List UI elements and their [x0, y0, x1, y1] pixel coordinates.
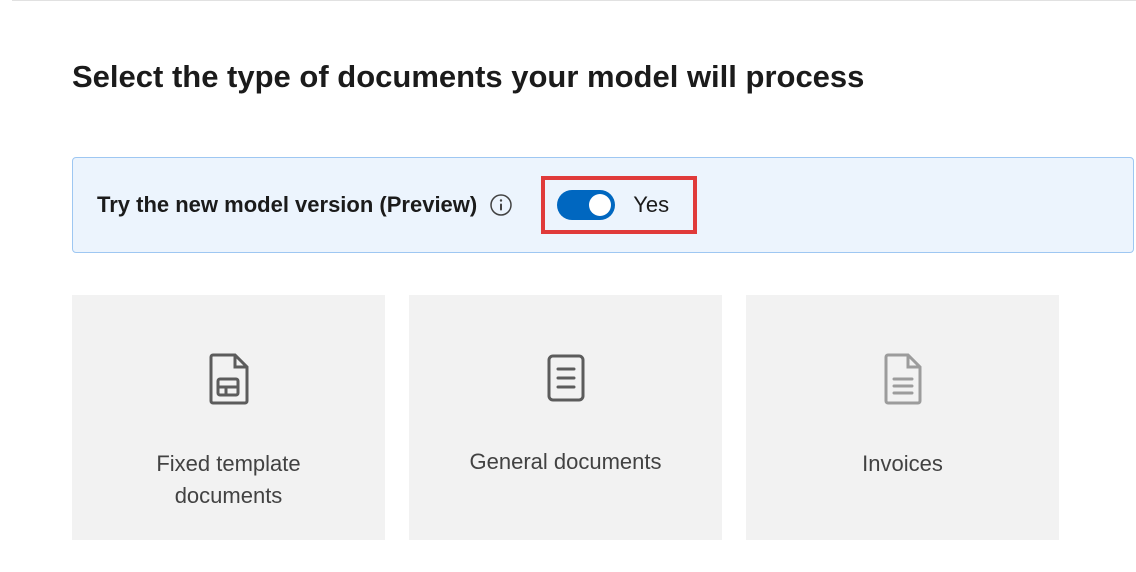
card-label: General documents: [430, 446, 702, 478]
card-fixed-template[interactable]: Fixed template documents: [72, 295, 385, 540]
card-invoices[interactable]: Invoices: [746, 295, 1059, 540]
preview-banner: Try the new model version (Preview) Yes: [72, 157, 1134, 253]
page-title: Select the type of documents your model …: [72, 59, 1136, 95]
card-label: Invoices: [822, 448, 983, 480]
toggle-highlight-box: Yes: [541, 176, 697, 234]
toggle-knob: [589, 194, 611, 216]
card-general-documents[interactable]: General documents: [409, 295, 722, 540]
info-icon[interactable]: [489, 193, 513, 217]
general-documents-icon: [546, 353, 586, 408]
toggle-state-label: Yes: [633, 192, 669, 218]
invoices-icon: [882, 353, 924, 410]
fixed-template-icon: [207, 353, 251, 410]
preview-label: Try the new model version (Preview): [97, 192, 477, 218]
main-container: Select the type of documents your model …: [0, 1, 1136, 540]
preview-toggle[interactable]: [557, 190, 615, 220]
document-type-cards: Fixed template documents General documen…: [72, 295, 1136, 540]
card-label: Fixed template documents: [72, 448, 385, 512]
